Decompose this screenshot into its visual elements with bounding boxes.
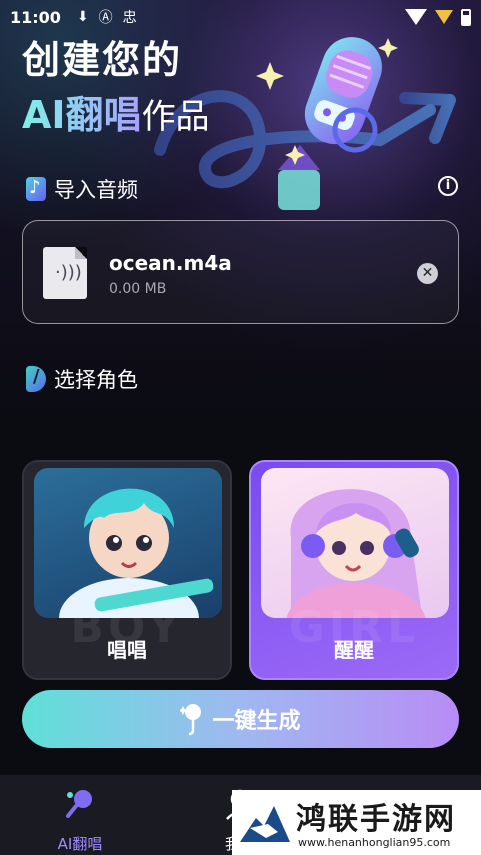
remove-file-icon[interactable]: ✕ <box>417 263 438 284</box>
headline-line1: 创建您的 <box>22 38 183 82</box>
tab-ai-cover-label: AI翻唱 <box>57 835 103 853</box>
signal-app-icon: 忠 <box>122 10 137 26</box>
boy-avatar <box>34 468 222 618</box>
site-url: www.henanhonglian95.com <box>298 836 451 849</box>
music-note-icon <box>26 177 46 201</box>
headline-line2: AI翻唱作品 <box>22 86 210 146</box>
import-audio-title: 导入音频 <box>26 174 138 204</box>
import-audio-label: 导入音频 <box>54 178 138 202</box>
girl-avatar <box>261 468 449 618</box>
page-headline: 创建您的 AI翻唱作品 <box>22 34 210 146</box>
info-icon[interactable]: i <box>438 176 458 196</box>
pen-icon <box>26 366 46 392</box>
file-name: ocean.m4a <box>109 251 232 275</box>
file-size: 0.00 MB <box>109 281 167 297</box>
select-role-title: 选择角色 <box>26 364 138 394</box>
generate-button-label: 一键生成 <box>212 709 301 734</box>
site-logo-icon <box>240 806 290 842</box>
tab-ai-cover[interactable]: AI翻唱 <box>20 787 140 854</box>
headline-accent: AI翻唱 <box>22 93 142 137</box>
audio-file-icon: ·))) <box>43 247 87 299</box>
headline-rest: 作品 <box>141 97 210 137</box>
ai-cover-tab-icon <box>66 790 92 818</box>
download-icon: ⬇ <box>76 9 89 25</box>
generate-button[interactable]: 一键生成 <box>22 690 459 748</box>
status-time: 11:00 <box>10 7 61 27</box>
a-icon: Ⓐ <box>98 10 113 26</box>
role-card-girl[interactable]: GIRL 醒醒 <box>249 460 459 680</box>
role-label-girl: 醒醒 <box>334 638 374 662</box>
audio-file-card[interactable]: ·))) ocean.m4a 0.00 MB ✕ <box>22 220 459 324</box>
select-role-label: 选择角色 <box>54 368 138 392</box>
role-label-boy: 唱唱 <box>107 638 147 662</box>
site-name: 鸿联手游网 <box>296 802 456 837</box>
microphone-icon <box>180 704 202 736</box>
role-card-boy[interactable]: BOY 唱唱 <box>22 460 232 680</box>
site-watermark: 鸿联手游网 www.henanhonglian95.com <box>232 790 481 855</box>
